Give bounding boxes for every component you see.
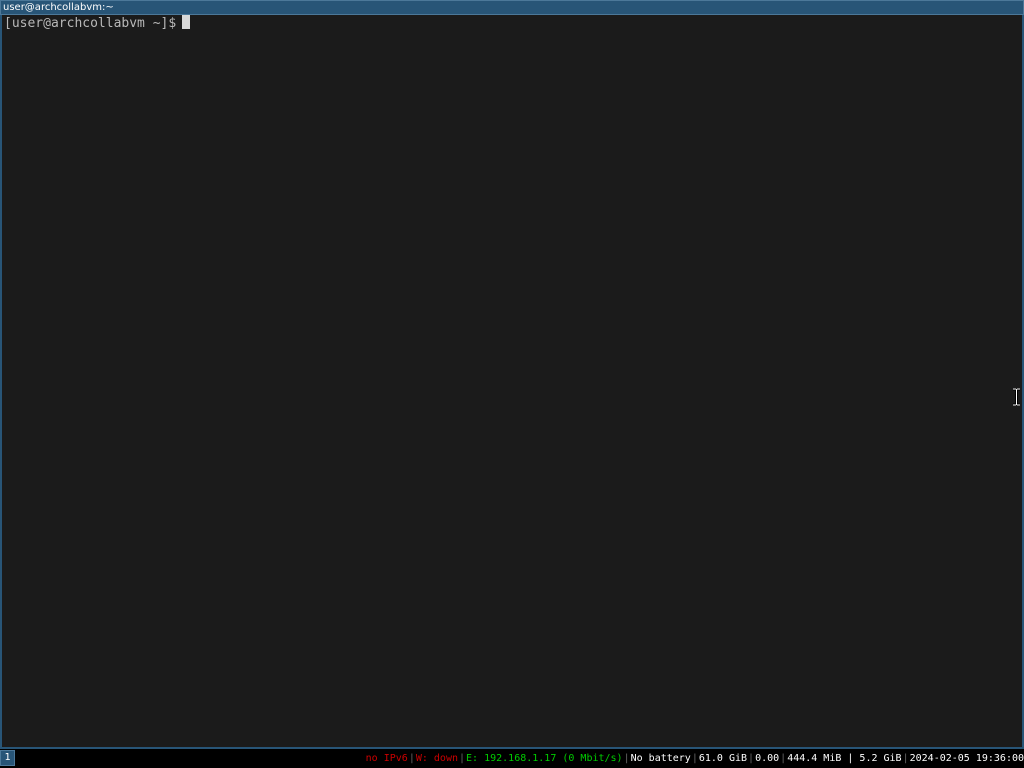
disk-status: 61.0 GiB (698, 753, 748, 764)
separator: | (780, 753, 787, 764)
window-titlebar[interactable]: user@archcollabvm:~ (0, 0, 1024, 15)
text-cursor-ibeam-icon (1013, 388, 1020, 406)
battery-status: No battery (630, 753, 691, 764)
workspace-button[interactable]: 1 (0, 750, 15, 766)
desktop: user@archcollabvm:~ [user@archcollabvm ~… (0, 0, 1024, 768)
clock: 2024-02-05 19:36:00 (909, 753, 1024, 764)
terminal-cursor (182, 15, 191, 29)
terminal-window[interactable]: user@archcollabvm:~ [user@archcollabvm ~… (0, 0, 1024, 749)
shell-prompt: [user@archcollabvm ~]$ (4, 16, 177, 31)
separator: | (691, 753, 698, 764)
terminal-prompt-line: [user@archcollabvm ~]$ (4, 15, 191, 32)
load-status: 0.00 (755, 753, 780, 764)
terminal-area[interactable]: [user@archcollabvm ~]$ (0, 15, 1024, 749)
status-bar: 1 no IPv6|W: down|E: 192.168.1.17 (0 Mbi… (0, 749, 1024, 768)
separator: | (459, 753, 466, 764)
ethernet-status: E: 192.168.1.17 (0 Mbit/s) (466, 753, 623, 764)
separator: | (408, 753, 415, 764)
memory-status: 444.4 MiB | 5.2 GiB (787, 753, 902, 764)
separator: | (902, 753, 909, 764)
wireless-status: W: down (415, 753, 458, 764)
status-line: no IPv6|W: down|E: 192.168.1.17 (0 Mbit/… (366, 752, 1024, 765)
separator: | (748, 753, 755, 764)
separator: | (623, 753, 630, 764)
window-title: user@archcollabvm:~ (3, 2, 114, 13)
ipv6-status: no IPv6 (365, 753, 408, 764)
